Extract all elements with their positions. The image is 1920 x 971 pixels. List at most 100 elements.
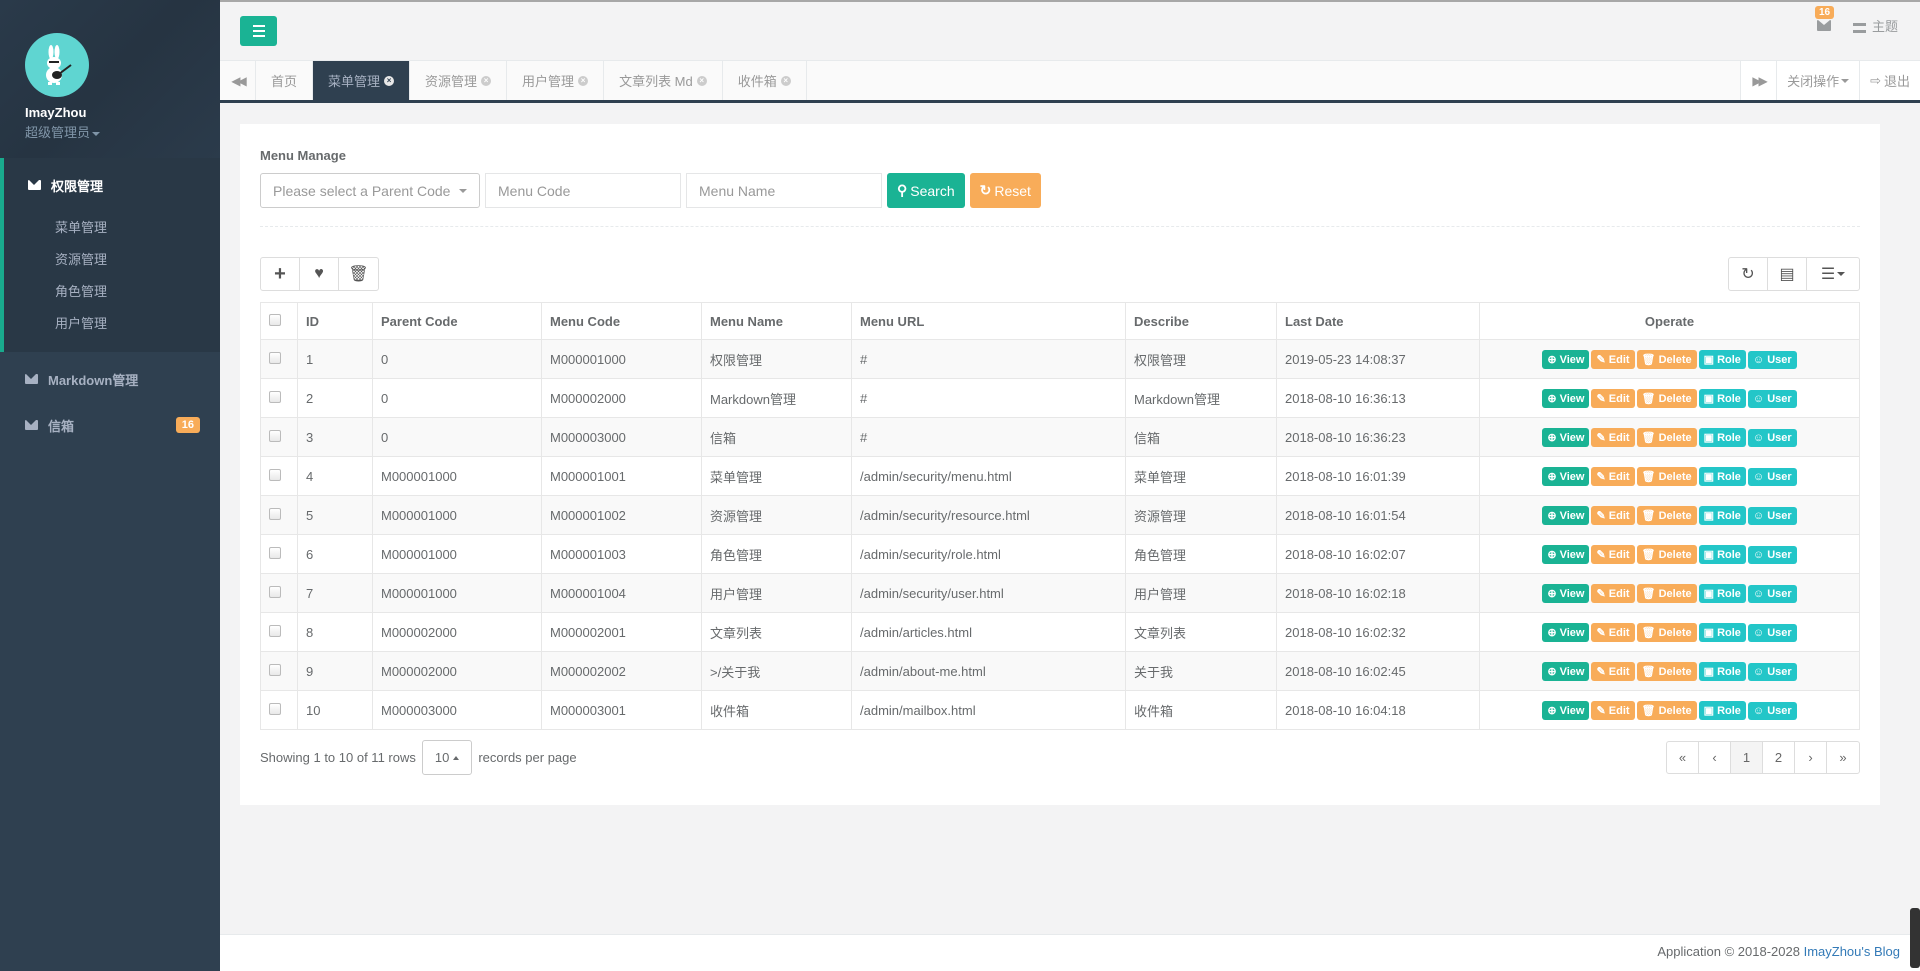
row-checkbox[interactable]	[269, 585, 281, 598]
role-button[interactable]: ▣ Role	[1698, 349, 1746, 369]
table-row[interactable]: 9 M000002000 M000002002 >/关于我/admin/about-m…	[260, 651, 1860, 691]
col-last-date[interactable]: Last Date	[1276, 302, 1480, 340]
sidebar-subitem-menu[interactable]: 菜单管理	[4, 212, 220, 244]
tabs-scroll-left-button[interactable]: ◀◀	[220, 61, 256, 100]
view-button[interactable]: ⊕ View	[1542, 505, 1590, 525]
user-button[interactable]: ☺ User	[1747, 584, 1797, 603]
toggle-view-button[interactable]: ▤	[1768, 258, 1807, 290]
view-button[interactable]: ⊕ View	[1542, 583, 1590, 603]
role-button[interactable]: ▣ Role	[1698, 505, 1746, 525]
delete-button[interactable]: 🗑 Delete	[1636, 700, 1697, 720]
tab-inbox[interactable]: 收件箱 ×	[723, 61, 807, 100]
page-link[interactable]: «	[1667, 742, 1699, 773]
view-button[interactable]: ⊕ View	[1542, 700, 1590, 720]
delete-button[interactable]: 🗑 Delete	[1636, 466, 1697, 486]
tab-menu-manage[interactable]: 菜单管理 ×	[313, 61, 411, 100]
user-button[interactable]: ☺ User	[1747, 428, 1797, 447]
col-menu-name[interactable]: Menu Name	[701, 302, 852, 340]
delete-button[interactable]: 🗑 Delete	[1636, 388, 1697, 408]
col-menu-url[interactable]: Menu URL	[851, 302, 1126, 340]
role-button[interactable]: ▣ Role	[1698, 622, 1746, 642]
edit-button[interactable]: ✎ Edit	[1591, 466, 1635, 486]
role-button[interactable]: ▣ Role	[1698, 544, 1746, 564]
col-parent-code[interactable]: Parent Code	[372, 302, 542, 340]
close-tab-icon[interactable]: ×	[780, 75, 791, 86]
tab-home[interactable]: 首页	[256, 61, 314, 100]
user-button[interactable]: ☺ User	[1747, 623, 1797, 642]
row-checkbox[interactable]	[269, 663, 281, 676]
close-tab-icon[interactable]: ×	[481, 75, 492, 86]
logout-button[interactable]: ⇨ 退出	[1859, 61, 1920, 100]
delete-button[interactable]: 🗑 Delete	[1636, 544, 1697, 564]
role-button[interactable]: ▣ Role	[1698, 427, 1746, 447]
user-button[interactable]: ☺ User	[1747, 389, 1797, 408]
edit-button[interactable]: ✎ Edit	[1591, 661, 1635, 681]
edit-button[interactable]: ✎ Edit	[1591, 583, 1635, 603]
page-size-dropdown[interactable]: 10	[421, 740, 473, 775]
sidebar-item-markdown[interactable]: Markdown管理	[0, 356, 220, 402]
delete-button[interactable]: 🗑 Delete	[1636, 661, 1697, 681]
delete-button[interactable]: 🗑 Delete	[1636, 583, 1697, 603]
role-button[interactable]: ▣ Role	[1698, 661, 1746, 681]
table-row[interactable]: 2 0 M000002000 Markdown管理 # Markdown管理 2018-08…	[260, 378, 1860, 418]
close-operations-dropdown[interactable]: 关闭操作	[1776, 61, 1860, 100]
page-link[interactable]: 1	[1731, 742, 1763, 773]
tab-resource-manage[interactable]: 资源管理 ×	[410, 61, 508, 100]
avatar[interactable]	[25, 33, 89, 97]
view-button[interactable]: ⊕ View	[1542, 622, 1590, 642]
view-button[interactable]: ⊕ View	[1542, 466, 1590, 486]
sidebar-subitem-user[interactable]: 用户管理	[4, 308, 220, 340]
edit-button[interactable]: ✎ Edit	[1591, 700, 1635, 720]
sidebar-item-mailbox[interactable]: 信箱 16	[0, 402, 220, 448]
table-row[interactable]: 5 M000001000 M000001002 资源管理/admin/security…	[260, 495, 1860, 535]
close-tab-icon[interactable]: ×	[696, 75, 707, 86]
add-button[interactable]: +	[261, 258, 300, 290]
toggle-sidebar-button[interactable]	[240, 16, 277, 46]
row-checkbox[interactable]	[269, 390, 281, 403]
table-row[interactable]: 8 M000002000 M000002001 文章列表/admin/articles…	[260, 612, 1860, 652]
user-button[interactable]: ☺ User	[1747, 701, 1797, 720]
edit-button[interactable]: ✎ Edit	[1591, 505, 1635, 525]
table-row[interactable]: 7 M000001000 M000001004 用户管理/admin/security…	[260, 573, 1860, 613]
favorite-button[interactable]: ♥	[300, 258, 339, 290]
edit-button[interactable]: ✎ Edit	[1591, 349, 1635, 369]
edit-button[interactable]: ✎ Edit	[1591, 427, 1635, 447]
table-row[interactable]: 6 M000001000 M000001003 角色管理/admin/security…	[260, 534, 1860, 574]
reset-button[interactable]: ↻ Reset	[969, 173, 1041, 208]
user-button[interactable]: ☺ User	[1747, 545, 1797, 564]
user-role-dropdown[interactable]: 超级管理员	[25, 122, 220, 141]
floating-widget[interactable]	[1910, 908, 1920, 968]
edit-button[interactable]: ✎ Edit	[1591, 544, 1635, 564]
page-link[interactable]: ›	[1795, 742, 1827, 773]
row-checkbox[interactable]	[269, 351, 281, 364]
menu-code-input[interactable]	[485, 173, 681, 208]
role-button[interactable]: ▣ Role	[1698, 700, 1746, 720]
col-describe[interactable]: Describe	[1125, 302, 1277, 340]
row-checkbox[interactable]	[269, 468, 281, 481]
table-row[interactable]: 1 0 M000001000 权限管理 # 权限管理 2019-05-23 14:08:37…	[260, 339, 1860, 379]
role-button[interactable]: ▣ Role	[1698, 466, 1746, 486]
user-button[interactable]: ☺ User	[1747, 506, 1797, 525]
row-checkbox[interactable]	[269, 429, 281, 442]
edit-button[interactable]: ✎ Edit	[1591, 622, 1635, 642]
delete-button[interactable]: 🗑 Delete	[1636, 505, 1697, 525]
menu-name-input[interactable]	[686, 173, 882, 208]
view-button[interactable]: ⊕ View	[1542, 427, 1590, 447]
tab-articles-md[interactable]: 文章列表 Md ×	[604, 61, 723, 100]
tab-user-manage[interactable]: 用户管理 ×	[507, 61, 605, 100]
parent-code-select[interactable]: Please select a Parent Code	[260, 173, 480, 208]
columns-dropdown[interactable]: ☰	[1807, 258, 1859, 290]
role-button[interactable]: ▣ Role	[1698, 388, 1746, 408]
row-checkbox[interactable]	[269, 702, 281, 715]
col-id[interactable]: ID	[297, 302, 373, 340]
view-button[interactable]: ⊕ View	[1542, 661, 1590, 681]
page-link[interactable]: ‹	[1699, 742, 1731, 773]
theme-button[interactable]: 主题	[1852, 16, 1898, 35]
close-tab-icon[interactable]: ×	[384, 75, 395, 86]
view-button[interactable]: ⊕ View	[1542, 544, 1590, 564]
page-link[interactable]: »	[1827, 742, 1859, 773]
delete-button[interactable]: 🗑 Delete	[1636, 427, 1697, 447]
close-tab-icon[interactable]: ×	[578, 75, 589, 86]
delete-button[interactable]: 🗑	[339, 258, 378, 290]
view-button[interactable]: ⊕ View	[1542, 388, 1590, 408]
